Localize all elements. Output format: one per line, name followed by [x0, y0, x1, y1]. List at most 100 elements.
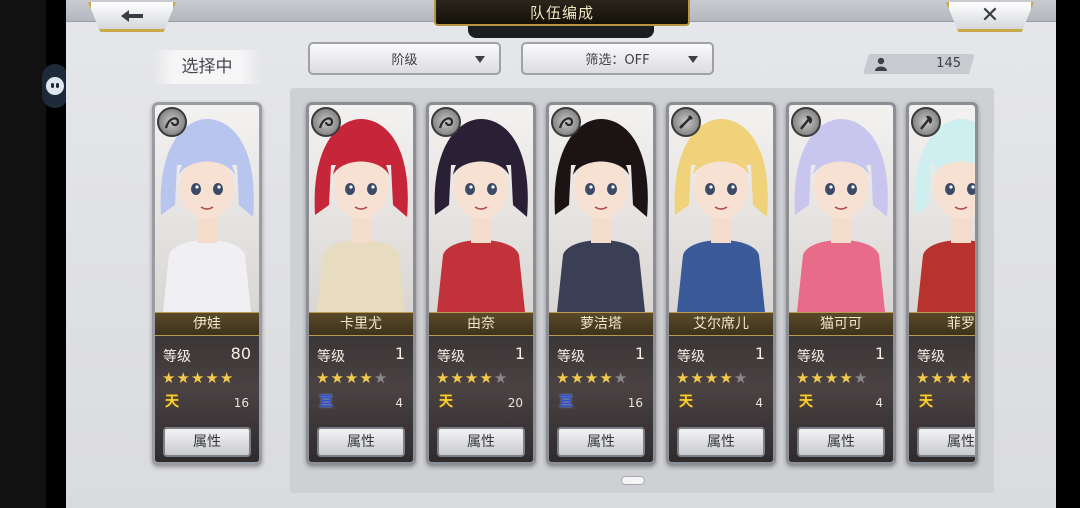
character-card[interactable]: 猫可可 等级 1 ★★★★★ 天 4 属性 — [786, 102, 896, 465]
star-icon: ★ — [176, 369, 191, 387]
character-stats: 等级 1 ★★★★★ 天 20 属性 — [429, 336, 533, 462]
rarity-stars: ★★★★★ — [916, 369, 975, 387]
character-portrait — [909, 105, 975, 312]
star-icon: ★ — [205, 369, 220, 387]
level-value: 1 — [754, 344, 765, 363]
selecting-label: 选择中 — [152, 50, 262, 84]
star-icon: ★ — [810, 369, 825, 387]
close-icon: ✕ — [980, 2, 1000, 28]
character-stats: 等级 1 ★★★★★ 亘 4 属性 — [309, 336, 413, 462]
star-icon: ★ — [704, 369, 720, 387]
filter-dropdown[interactable]: 筛选：OFF — [521, 42, 714, 75]
star-icon: ★ — [436, 369, 451, 387]
star-icon: ★ — [190, 369, 206, 387]
character-card[interactable]: 由奈 等级 1 ★★★★★ 天 20 属性 — [426, 102, 536, 465]
level-label: 等级 — [557, 349, 585, 365]
grade-badge: 亘 — [559, 394, 573, 410]
device-right-edge — [1056, 0, 1080, 508]
grade-badge: 天 — [679, 394, 693, 410]
back-button[interactable] — [88, 2, 176, 32]
character-stats: 等级 1 ★★★★★ 亘 16 属性 — [549, 336, 653, 462]
selected-character-card[interactable]: 伊娃 等级 80 ★★★★★ 天 16 属性 — [152, 102, 262, 465]
rarity-stars: ★★★★★ — [316, 369, 388, 387]
character-stats: 等级 1 ★★★★★ 天 4 属性 — [789, 336, 893, 462]
star-icon: ★ — [719, 369, 734, 387]
rarity-stars: ★★★★★ — [162, 369, 234, 387]
roster-count-badge: 145 — [863, 54, 975, 74]
attribute-button[interactable]: 属性 — [797, 427, 885, 457]
character-name: 伊娃 — [155, 312, 259, 336]
weapon-type-badge — [791, 107, 821, 137]
weapon-type-badge — [157, 107, 187, 137]
level-label: 等级 — [163, 349, 191, 365]
level-label: 等级 — [317, 349, 345, 365]
character-name: 艾尔席儿 — [669, 312, 773, 336]
level-label: 等级 — [677, 349, 705, 365]
star-icon: ★ — [853, 369, 869, 387]
star-icon: ★ — [613, 369, 629, 387]
filter-label: 筛选：OFF — [585, 53, 650, 68]
level-value: 80 — [230, 344, 251, 363]
whip-icon — [558, 117, 574, 129]
level-value: 1 — [514, 344, 525, 363]
level-label: 等级 — [797, 349, 825, 365]
star-icon: ★ — [556, 369, 571, 387]
attribute-button[interactable]: 属性 — [557, 427, 645, 457]
whip-icon — [318, 117, 334, 129]
star-icon: ★ — [330, 369, 345, 387]
level-value: 1 — [394, 344, 405, 363]
star-icon: ★ — [676, 369, 691, 387]
grade-badge: 天 — [165, 394, 179, 410]
star-icon: ★ — [373, 369, 389, 387]
star-icon: ★ — [219, 369, 235, 387]
floating-assistant-button[interactable] — [42, 64, 68, 108]
star-icon: ★ — [450, 369, 465, 387]
title-tab-shadow — [468, 24, 654, 38]
limit-count: 16 — [233, 396, 249, 410]
star-icon: ★ — [944, 369, 960, 387]
attribute-button[interactable]: 属性 — [677, 427, 765, 457]
chevron-down-icon — [688, 56, 698, 63]
character-name: 猫可可 — [789, 312, 893, 336]
rarity-stars: ★★★★★ — [796, 369, 868, 387]
star-icon: ★ — [570, 369, 585, 387]
limit-count: 4 — [395, 396, 403, 410]
character-name: 卡里尤 — [309, 312, 413, 336]
attribute-button[interactable]: 属性 — [437, 427, 525, 457]
character-card[interactable]: 艾尔席儿 等级 1 ★★★★★ 天 4 属性 — [666, 102, 776, 465]
character-card[interactable]: 卡里尤 等级 1 ★★★★★ 亘 4 属性 — [306, 102, 416, 465]
star-icon: ★ — [690, 369, 705, 387]
character-card[interactable]: 萝洁塔 等级 1 ★★★★★ 亘 16 属性 — [546, 102, 656, 465]
close-button[interactable]: ✕ — [946, 2, 1034, 32]
star-icon: ★ — [599, 369, 614, 387]
star-icon: ★ — [162, 369, 177, 387]
rank-sort-label: 阶级 — [391, 53, 418, 68]
grade-badge: 亘 — [319, 394, 333, 410]
whip-icon — [438, 117, 454, 129]
person-icon — [875, 57, 887, 71]
scroll-indicator[interactable] — [621, 476, 645, 485]
star-icon: ★ — [316, 369, 331, 387]
weapon-type-badge — [431, 107, 461, 137]
grade-badge: 天 — [799, 394, 813, 410]
attribute-button[interactable]: 属性 — [163, 427, 251, 457]
level-label: 等级 — [917, 349, 945, 365]
character-card[interactable]: 菲罗 等级 1 ★★★★★ 天 属性 — [906, 102, 978, 465]
rarity-stars: ★★★★★ — [556, 369, 628, 387]
sword-icon — [679, 115, 693, 129]
star-icon: ★ — [916, 369, 931, 387]
grade-badge: 天 — [919, 394, 933, 410]
attribute-button[interactable]: 属性 — [917, 427, 975, 457]
character-stats: 等级 1 ★★★★★ 天 属性 — [909, 336, 975, 462]
limit-count: 20 — [507, 396, 523, 410]
whip-icon — [164, 117, 180, 129]
grade-badge: 天 — [439, 394, 453, 410]
rank-sort-dropdown[interactable]: 阶级 — [308, 42, 501, 75]
character-name: 由奈 — [429, 312, 533, 336]
weapon-type-badge — [911, 107, 941, 137]
character-stats: 等级 1 ★★★★★ 天 4 属性 — [669, 336, 773, 462]
level-value: 1 — [874, 344, 885, 363]
rarity-stars: ★★★★★ — [676, 369, 748, 387]
attribute-button[interactable]: 属性 — [317, 427, 405, 457]
star-icon: ★ — [493, 369, 509, 387]
